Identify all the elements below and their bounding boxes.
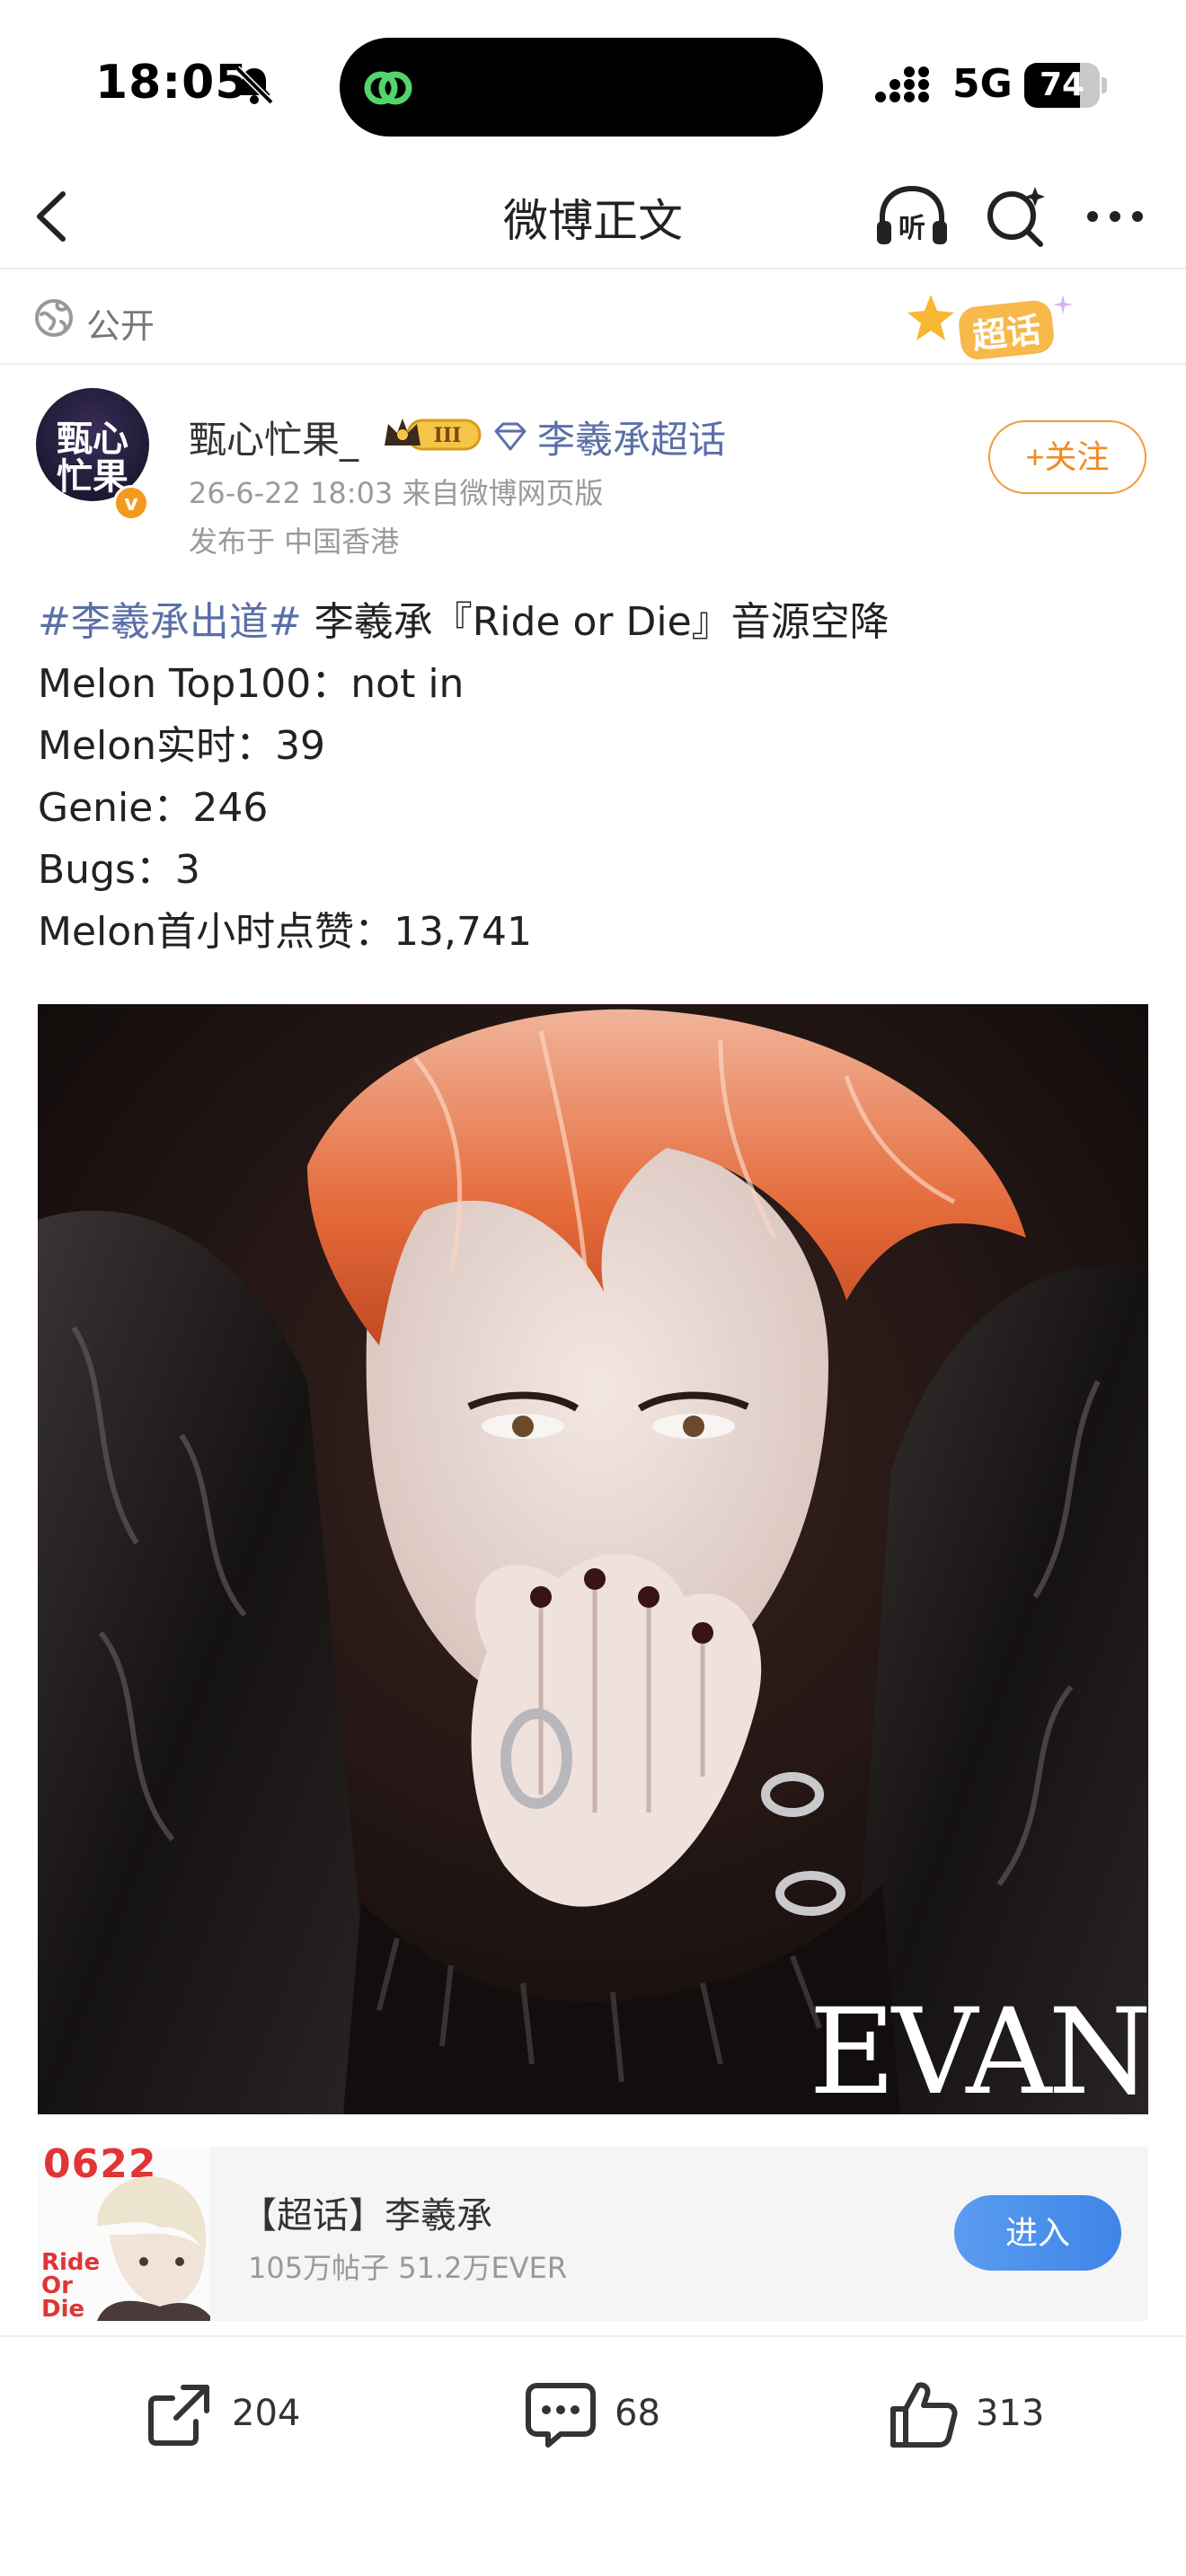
globe-icon <box>34 298 74 338</box>
post-timestamp-source: 26-6-22 18:03 来自微博网页版 <box>189 476 604 510</box>
portrait-illustration <box>38 1004 1148 2114</box>
link-icon <box>361 63 415 113</box>
post-location: 发布于 中国香港 <box>189 525 400 559</box>
visibility-row: 公开 超话 <box>0 271 1186 365</box>
battery-indicator: 74 <box>1024 63 1107 108</box>
enter-topic-button[interactable]: 进入 <box>954 2195 1121 2271</box>
sparkle-icon <box>1053 295 1073 314</box>
post-line: Bugs：3 <box>38 847 200 893</box>
dynamic-island <box>340 38 823 137</box>
post-line: Genie：246 <box>38 785 269 831</box>
post-line: Melon Top100：not in <box>38 661 465 707</box>
diamond-icon <box>492 420 528 453</box>
follow-button[interactable]: +关注 <box>988 420 1146 494</box>
comment-count: 68 <box>615 2393 660 2434</box>
like-button[interactable]: 313 <box>886 2378 1066 2450</box>
page-title: 微博正文 <box>503 195 683 247</box>
back-icon[interactable] <box>27 185 81 248</box>
author-name[interactable]: 甄心忙果_ <box>189 410 358 464</box>
topic-card-title: 【超话】李羲承 <box>241 2195 492 2236</box>
vip-level: III <box>434 424 462 447</box>
hashtag-link[interactable]: #李羲承出道# <box>38 599 302 645</box>
cover-text: Ride Or Die <box>41 2249 101 2321</box>
verified-badge-icon: v <box>113 485 149 521</box>
visibility-label: 公开 <box>86 306 155 346</box>
topic-cover-image: 0622 Ride Or Die <box>38 2147 210 2321</box>
bell-muted-icon <box>232 63 277 108</box>
vip-crown-icon: III <box>381 413 482 454</box>
topic-card-stats: 105万帖子 51.2万EVER <box>248 2251 568 2285</box>
post-headline: #李羲承出道# 李羲承『Ride or Die』音源空降 <box>38 591 1152 653</box>
action-bar: 204 68 313 <box>0 2335 1186 2486</box>
post-text: #李羲承出道# 李羲承『Ride or Die』音源空降 Melon Top10… <box>38 591 1152 963</box>
network-type: 5G <box>952 61 1013 107</box>
post-header: 甄心忙果 v 甄心忙果_ III 李羲承超话 26-6-22 18:03 来自微… <box>0 366 1186 564</box>
share-count: 204 <box>232 2393 301 2434</box>
headline-text: 李羲承『Ride or Die』音源空降 <box>301 599 890 645</box>
like-count: 313 <box>976 2393 1045 2434</box>
cover-portrait <box>79 2172 210 2321</box>
star-icon <box>904 291 958 345</box>
image-caption: EVAN <box>809 1983 1148 2114</box>
svg-text:听: 听 <box>898 213 925 244</box>
super-topic-card[interactable]: 0622 Ride Or Die 【超话】李羲承 105万帖子 51.2万EVE… <box>38 2147 1148 2321</box>
super-topic-sticker-label: 超话 <box>957 298 1056 362</box>
comment-icon <box>526 2383 596 2448</box>
status-time: 18:05 <box>95 56 249 110</box>
comment-button[interactable]: 68 <box>525 2378 704 2450</box>
ai-search-icon[interactable] <box>981 183 1049 251</box>
share-icon <box>148 2385 209 2446</box>
thumbs-up-icon <box>890 2382 958 2448</box>
super-topic-sticker[interactable]: 超话 <box>898 291 1096 363</box>
share-button[interactable]: 204 <box>144 2378 323 2450</box>
battery-level: 74 <box>1039 66 1085 103</box>
post-line: Melon实时：39 <box>38 723 326 769</box>
more-icon[interactable] <box>1084 185 1146 248</box>
super-topic-link[interactable]: 李羲承超话 <box>537 410 726 464</box>
post-line: Melon首小时点赞：13,741 <box>38 909 533 955</box>
listen-icon[interactable]: 听 <box>873 181 951 250</box>
status-bar: 18:05 5G 74 <box>0 0 1186 162</box>
signal-icon <box>873 66 936 106</box>
post-image[interactable]: EVAN <box>38 1004 1148 2114</box>
nav-bar: 微博正文 听 <box>0 162 1186 269</box>
